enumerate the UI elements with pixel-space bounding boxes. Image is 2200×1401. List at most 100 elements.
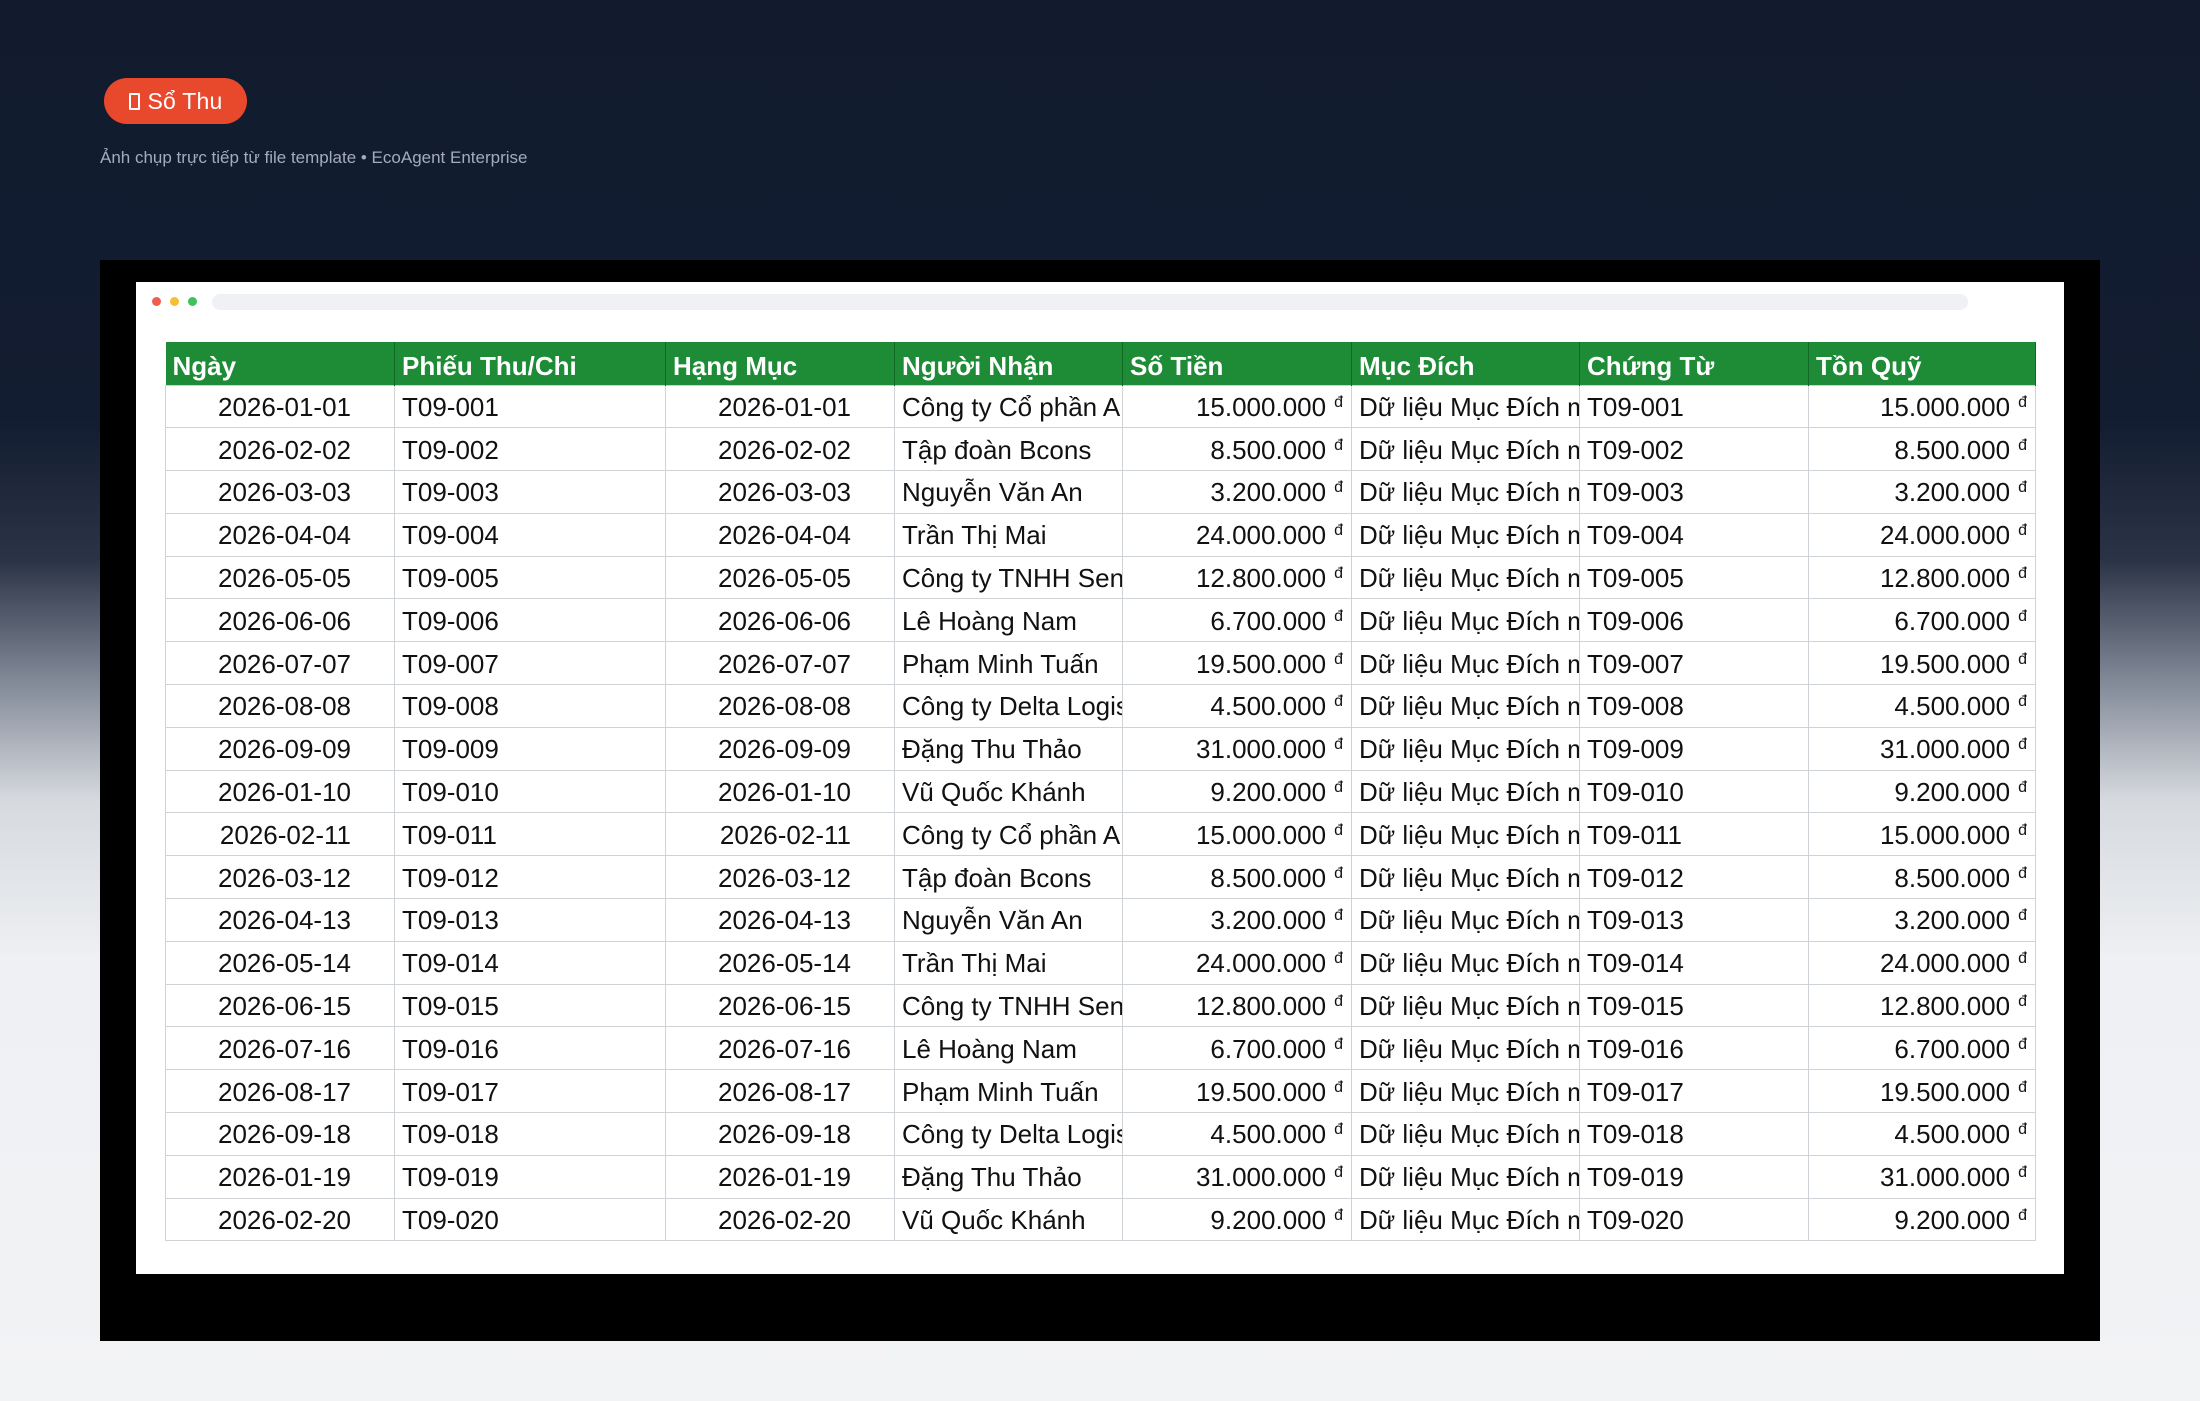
cell-col-ngay[interactable]: 2026-04-13 [165,898,395,942]
cell-col-muc-dich[interactable]: Dữ liệu Mục Đích mẫu [1351,1197,1580,1242]
cell-col-muc-dich[interactable]: Dữ liệu Mục Đích mẫu [1351,898,1580,942]
cell-col-phieu[interactable]: T09-019 [394,1154,666,1199]
table-row[interactable]: 2026-06-06 T09-006 2026-06-06 Lê Hoàng Nam 6… [165,598,2036,643]
cell-col-so-tien[interactable]: 6.700.000 đ [1122,1026,1352,1071]
cell-col-nguoi-nhan[interactable]: Lê Hoàng Nam [894,598,1123,643]
cell-col-nguoi-nhan[interactable]: Nguyễn Văn An [894,898,1123,942]
cell-col-hang-muc[interactable]: 2026-07-16 [665,1026,895,1071]
cell-col-ngay[interactable]: 2026-07-07 [165,641,395,686]
cell-col-chung-tu[interactable]: T09-010 [1579,769,1809,814]
cell-col-phieu[interactable]: T09-012 [394,855,666,900]
cell-col-ngay[interactable]: 2026-08-17 [165,1069,395,1114]
cell-col-nguoi-nhan[interactable]: Vũ Quốc Khánh [894,769,1123,814]
cell-col-phieu[interactable]: T09-016 [394,1026,666,1071]
cell-col-nguoi-nhan[interactable]: Trần Thị Mai [894,940,1123,985]
cell-col-muc-dich[interactable]: Dữ liệu Mục Đích mẫu [1351,555,1580,600]
cell-col-so-tien[interactable]: 19.500.000 đ [1122,641,1352,686]
cell-col-muc-dich[interactable]: Dữ liệu Mục Đích mẫu [1351,940,1580,985]
cell-col-phieu[interactable]: T09-002 [394,427,666,472]
cell-col-nguoi-nhan[interactable]: Đặng Thu Thảo [894,726,1123,771]
cell-col-phieu[interactable]: T09-014 [394,940,666,985]
cell-col-so-tien[interactable]: 9.200.000 đ [1122,769,1352,814]
cell-col-chung-tu[interactable]: T09-013 [1579,898,1809,942]
cell-col-muc-dich[interactable]: Dữ liệu Mục Đích mẫu [1351,769,1580,814]
cell-col-chung-tu[interactable]: T09-002 [1579,427,1809,472]
cell-col-nguoi-nhan[interactable]: Tập đoàn Bcons [894,855,1123,900]
table-row[interactable]: 2026-08-08 T09-008 2026-08-08 Công ty Delta… [165,684,2036,728]
cell-col-so-tien[interactable]: 24.000.000 đ [1122,940,1352,985]
cell-col-muc-dich[interactable]: Dữ liệu Mục Đích mẫu [1351,855,1580,900]
cell-col-hang-muc[interactable]: 2026-03-12 [665,855,895,900]
cell-col-ngay[interactable]: 2026-06-15 [165,983,395,1028]
cell-col-ngay[interactable]: 2026-09-18 [165,1112,395,1156]
cell-col-so-tien[interactable]: 24.000.000 đ [1122,512,1352,557]
cell-col-nguoi-nhan[interactable]: Đặng Thu Thảo [894,1154,1123,1199]
cell-col-so-tien[interactable]: 19.500.000 đ [1122,1069,1352,1114]
table-row[interactable]: 2026-03-03 T09-003 2026-03-03 Nguyễn Văn An… [165,470,2036,514]
cell-col-chung-tu[interactable]: T09-015 [1579,983,1809,1028]
maximize-dot-icon[interactable] [188,297,197,306]
cell-col-hang-muc[interactable]: 2026-03-03 [665,470,895,514]
cell-col-hang-muc[interactable]: 2026-04-04 [665,512,895,557]
cell-col-ton-quy[interactable]: 31.000.000 đ [1808,726,2036,771]
cell-col-chung-tu[interactable]: T09-004 [1579,512,1809,557]
cell-col-ngay[interactable]: 2026-03-03 [165,470,395,514]
cell-col-ngay[interactable]: 2026-02-11 [165,812,395,857]
cell-col-nguoi-nhan[interactable]: Công ty TNHH Sen [894,555,1123,600]
cell-col-muc-dich[interactable]: Dữ liệu Mục Đích mẫu [1351,1112,1580,1156]
cell-col-nguoi-nhan[interactable]: Nguyễn Văn An [894,470,1123,514]
cell-col-chung-tu[interactable]: T09-009 [1579,726,1809,771]
cell-col-so-tien[interactable]: 3.200.000 đ [1122,898,1352,942]
table-row[interactable]: 2026-07-16 T09-016 2026-07-16 Lê Hoàng Nam 6… [165,1026,2036,1071]
cell-col-muc-dich[interactable]: Dữ liệu Mục Đích mẫu [1351,726,1580,771]
table-row[interactable]: 2026-03-12 T09-012 2026-03-12 Tập đoàn Bcon… [165,855,2036,900]
cell-col-muc-dich[interactable]: Dữ liệu Mục Đích mẫu [1351,812,1580,857]
cell-col-so-tien[interactable]: 9.200.000 đ [1122,1197,1352,1242]
cell-col-chung-tu[interactable]: T09-007 [1579,641,1809,686]
so-thu-badge[interactable]: Sổ Thu [104,78,247,124]
cell-col-muc-dich[interactable]: Dữ liệu Mục Đích mẫu [1351,983,1580,1028]
cell-col-so-tien[interactable]: 31.000.000 đ [1122,1154,1352,1199]
cell-col-hang-muc[interactable]: 2026-02-11 [665,812,895,857]
cell-col-phieu[interactable]: T09-005 [394,555,666,600]
cell-col-so-tien[interactable]: 8.500.000 đ [1122,427,1352,472]
cell-col-chung-tu[interactable]: T09-019 [1579,1154,1809,1199]
cell-col-nguoi-nhan[interactable]: Trần Thị Mai [894,512,1123,557]
cell-col-ngay[interactable]: 2026-05-05 [165,555,395,600]
minimize-dot-icon[interactable] [170,297,179,306]
cell-col-nguoi-nhan[interactable]: Phạm Minh Tuấn [894,1069,1123,1114]
table-row[interactable]: 2026-01-19 T09-019 2026-01-19 Đặng Thu Thảo… [165,1154,2036,1199]
cell-col-ngay[interactable]: 2026-03-12 [165,855,395,900]
cell-col-ton-quy[interactable]: 6.700.000 đ [1808,598,2036,643]
cell-col-muc-dich[interactable]: Dữ liệu Mục Đích mẫu [1351,427,1580,472]
table-row[interactable]: 2026-05-14 T09-014 2026-05-14 Trần Thị Mai 2… [165,940,2036,985]
cell-col-hang-muc[interactable]: 2026-04-13 [665,898,895,942]
cell-col-phieu[interactable]: T09-013 [394,898,666,942]
cell-col-ngay[interactable]: 2026-01-01 [165,384,395,429]
cell-col-chung-tu[interactable]: T09-017 [1579,1069,1809,1114]
cell-col-hang-muc[interactable]: 2026-06-15 [665,983,895,1028]
table-row[interactable]: 2026-01-10 T09-010 2026-01-10 Vũ Quốc Khánh… [165,769,2036,814]
cell-col-phieu[interactable]: T09-006 [394,598,666,643]
cell-col-ton-quy[interactable]: 9.200.000 đ [1808,1197,2036,1242]
cell-col-nguoi-nhan[interactable]: Vũ Quốc Khánh [894,1197,1123,1242]
table-row[interactable]: 2026-02-20 T09-020 2026-02-20 Vũ Quốc Khánh… [165,1197,2036,1242]
cell-col-ngay[interactable]: 2026-02-20 [165,1197,395,1242]
cell-col-hang-muc[interactable]: 2026-09-09 [665,726,895,771]
cell-col-phieu[interactable]: T09-001 [394,384,666,429]
cell-col-muc-dich[interactable]: Dữ liệu Mục Đích mẫu [1351,641,1580,686]
table-row[interactable]: 2026-07-07 T09-007 2026-07-07 Phạm Minh Tuấ… [165,641,2036,686]
cell-col-ton-quy[interactable]: 19.500.000 đ [1808,641,2036,686]
cell-col-chung-tu[interactable]: T09-008 [1579,684,1809,728]
cell-col-so-tien[interactable]: 3.200.000 đ [1122,470,1352,514]
table-row[interactable]: 2026-01-01 T09-001 2026-01-01 Công ty Cổ ph… [165,384,2036,429]
cell-col-ngay[interactable]: 2026-01-10 [165,769,395,814]
cell-col-chung-tu[interactable]: T09-014 [1579,940,1809,985]
cell-col-hang-muc[interactable]: 2026-09-18 [665,1112,895,1156]
cell-col-ton-quy[interactable]: 19.500.000 đ [1808,1069,2036,1114]
cell-col-muc-dich[interactable]: Dữ liệu Mục Đích mẫu [1351,1069,1580,1114]
table-row[interactable]: 2026-06-15 T09-015 2026-06-15 Công ty TNHH … [165,983,2036,1028]
cell-col-muc-dich[interactable]: Dữ liệu Mục Đích mẫu [1351,470,1580,514]
cell-col-phieu[interactable]: T09-009 [394,726,666,771]
cell-col-muc-dich[interactable]: Dữ liệu Mục Đích mẫu [1351,1154,1580,1199]
